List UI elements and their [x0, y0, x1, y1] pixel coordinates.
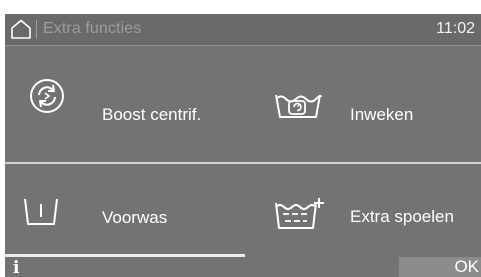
- ok-button[interactable]: OK: [399, 257, 481, 277]
- option-label: Inweken: [350, 105, 414, 124]
- boost-spin-icon: [30, 79, 64, 113]
- ok-label: OK: [454, 257, 479, 276]
- header-divider: [36, 20, 37, 39]
- clock-time: 11:02: [436, 20, 475, 37]
- header-bar: Extra functies 11:02: [5, 14, 481, 46]
- extra-rinse-icon: [275, 198, 324, 229]
- option-label: Voorwas: [102, 208, 168, 227]
- info-icon: i: [13, 258, 20, 277]
- soak-icon: [275, 94, 322, 118]
- page-title: Extra functies: [43, 20, 142, 37]
- option-label: Boost centrif.: [102, 105, 202, 124]
- option-boost-centrif[interactable]: Boost centrif.: [5, 46, 243, 163]
- option-label: Extra spoelen: [350, 207, 454, 226]
- info-button[interactable]: i: [5, 257, 245, 277]
- home-icon[interactable]: [10, 19, 32, 39]
- prewash-icon: [24, 198, 58, 225]
- display-screen: Extra functies 11:02 Boost centrif. Inwe…: [5, 14, 481, 277]
- option-inweken[interactable]: Inweken: [243, 46, 481, 163]
